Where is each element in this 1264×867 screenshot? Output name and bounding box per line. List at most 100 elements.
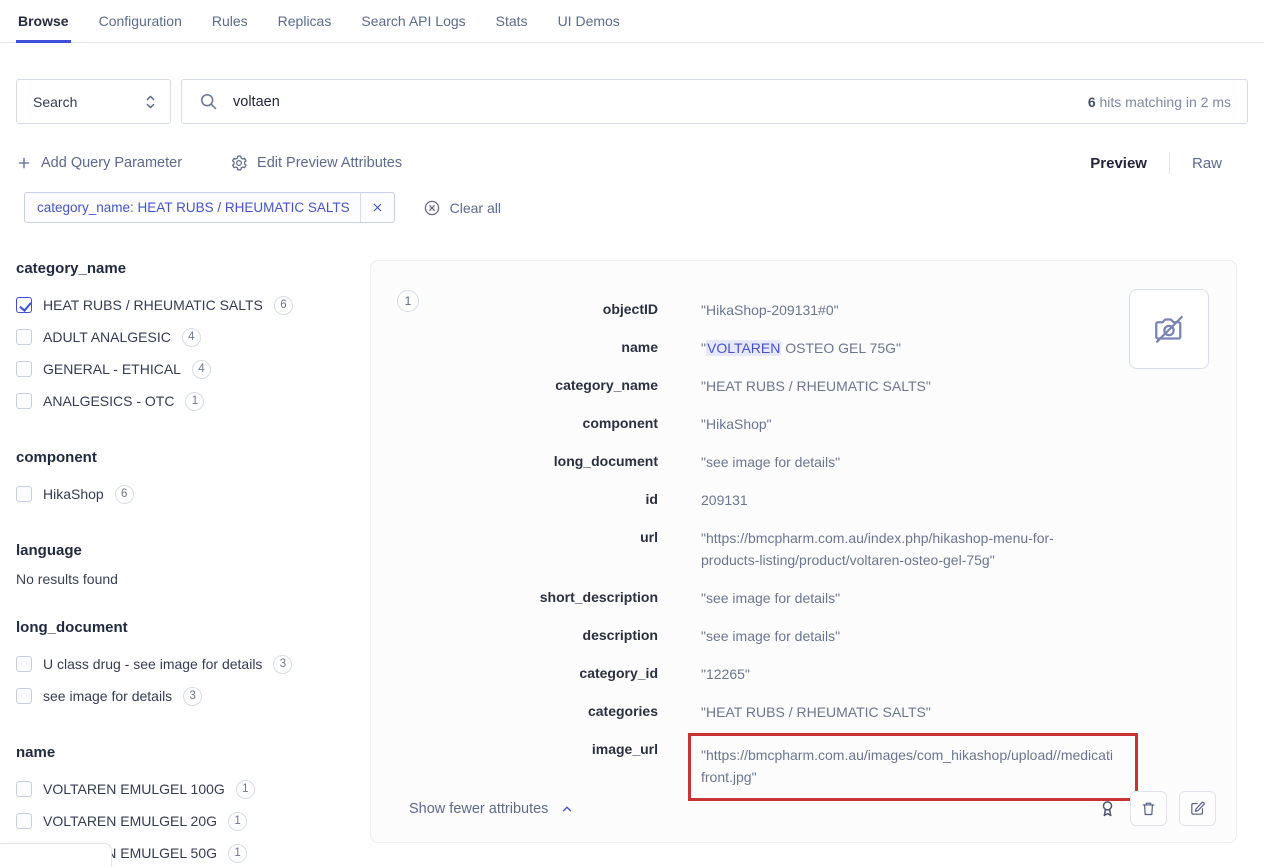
search-row: Search 6 hits matching in 2 ms xyxy=(16,79,1248,124)
view-toggle: Preview Raw xyxy=(1090,152,1222,174)
facet-count-badge: 6 xyxy=(115,485,134,504)
facet-item-see-image[interactable]: see image for details 3 xyxy=(16,680,370,712)
facet-item-adult-analgesic[interactable]: ADULT ANALGESIC 4 xyxy=(16,321,370,353)
gear-icon xyxy=(230,154,248,172)
checkbox[interactable] xyxy=(16,393,32,409)
facet-count-badge: 6 xyxy=(274,296,293,315)
facet-item-analgesics-otc[interactable]: ANALGESICS - OTC 1 xyxy=(16,385,370,417)
attribute-value: 209131 xyxy=(701,481,1161,519)
attribute-value: "12265" xyxy=(701,655,1161,693)
view-raw-button[interactable]: Raw xyxy=(1192,155,1222,172)
hit-card: 1 objectID "HikaShop-209131#0" name "VOL… xyxy=(370,260,1237,843)
browser-status-overlay xyxy=(0,843,112,867)
tab-ui-demos[interactable]: UI Demos xyxy=(556,0,622,43)
filter-chip-remove-button[interactable] xyxy=(360,193,394,222)
checkbox[interactable] xyxy=(16,297,32,313)
filter-chip-category-name: category_name: HEAT RUBS / RHEUMATIC SAL… xyxy=(24,192,395,223)
attribute-value: "HEAT RUBS / RHEUMATIC SALTS" xyxy=(701,367,1161,405)
tab-configuration[interactable]: Configuration xyxy=(97,0,184,43)
checkbox[interactable] xyxy=(16,688,32,704)
facet-item-heat-rubs[interactable]: HEAT RUBS / RHEUMATIC SALTS 6 xyxy=(16,289,370,321)
award-icon xyxy=(1097,798,1118,819)
hit-image-placeholder[interactable] xyxy=(1129,289,1209,369)
attribute-row-short-description: short_description "see image for details… xyxy=(371,579,1209,617)
view-preview-button[interactable]: Preview xyxy=(1090,155,1147,172)
facet-count-badge: 1 xyxy=(228,812,247,831)
tab-browse[interactable]: Browse xyxy=(16,0,71,43)
attribute-value: "HikaShop-209131#0" xyxy=(701,291,1161,329)
facet-item-voltaren-20g[interactable]: VOLTAREN EMULGEL 20G 1 xyxy=(16,805,370,837)
facet-item-u-class-drug[interactable]: U class drug - see image for details 3 xyxy=(16,648,370,680)
attribute-label: url xyxy=(371,519,658,555)
attribute-row-id: id 209131 xyxy=(371,481,1209,519)
clear-all-button[interactable]: Clear all xyxy=(423,199,501,217)
search-scope-select[interactable]: Search xyxy=(16,79,171,124)
checkbox[interactable] xyxy=(16,329,32,345)
facet-item-voltaren-100g[interactable]: VOLTAREN EMULGEL 100G 1 xyxy=(16,773,370,805)
facet-empty-message: No results found xyxy=(16,571,370,587)
add-query-parameter-button[interactable]: Add Query Parameter xyxy=(16,155,182,171)
edit-preview-attributes-button[interactable]: Edit Preview Attributes xyxy=(230,154,402,172)
search-input[interactable] xyxy=(233,94,1074,110)
attribute-label: short_description xyxy=(371,579,658,615)
facet-group-long-document: long_document U class drug - see image f… xyxy=(16,619,370,712)
delete-hit-button[interactable] xyxy=(1130,791,1167,826)
facet-count-badge: 4 xyxy=(192,360,211,379)
tab-search-api-logs[interactable]: Search API Logs xyxy=(359,0,467,43)
search-box[interactable]: 6 hits matching in 2 ms xyxy=(181,79,1248,124)
facet-item-label: ADULT ANALGESIC xyxy=(43,329,171,345)
attribute-row-category-name: category_name "HEAT RUBS / RHEUMATIC SAL… xyxy=(371,367,1209,405)
facet-item-label: VOLTAREN EMULGEL 20G xyxy=(43,813,217,829)
attribute-label: long_document xyxy=(371,443,658,479)
attribute-row-name: name "VOLTAREN OSTEO GEL 75G" xyxy=(371,329,1209,367)
add-query-parameter-label: Add Query Parameter xyxy=(41,155,182,171)
show-fewer-attributes-button[interactable]: Show fewer attributes xyxy=(409,801,574,817)
active-filters-row: category_name: HEAT RUBS / RHEUMATIC SAL… xyxy=(24,192,1248,223)
tab-stats[interactable]: Stats xyxy=(494,0,530,43)
facet-item-label: U class drug - see image for details xyxy=(43,656,262,672)
attribute-label: image_url xyxy=(371,731,658,767)
attribute-value: "see image for details" xyxy=(701,617,1161,655)
attribute-row-categories: categories "HEAT RUBS / RHEUMATIC SALTS" xyxy=(371,693,1209,731)
ranking-info-button[interactable] xyxy=(1097,798,1118,819)
checkbox[interactable] xyxy=(16,656,32,672)
attribute-value: "https://bmcpharm.com.au/images/com_hika… xyxy=(701,739,1135,793)
attribute-row-description: description "see image for details" xyxy=(371,617,1209,655)
hits-text: hits matching in 2 ms xyxy=(1096,94,1231,110)
facet-item-hikashop[interactable]: HikaShop 6 xyxy=(16,478,370,510)
facet-title: category_name xyxy=(16,260,370,277)
highlighted-match: VOLTAREN xyxy=(706,340,781,356)
checkbox[interactable] xyxy=(16,361,32,377)
tab-replicas[interactable]: Replicas xyxy=(276,0,334,43)
attribute-label: description xyxy=(371,617,658,653)
toolbar: Add Query Parameter Edit Preview Attribu… xyxy=(16,152,1248,174)
attribute-value: "HikaShop" xyxy=(701,405,1161,443)
facet-count-badge: 3 xyxy=(183,687,202,706)
chevron-up-icon xyxy=(560,802,574,816)
camera-off-icon xyxy=(1151,311,1187,347)
attribute-label: category_id xyxy=(371,655,658,691)
facet-title: component xyxy=(16,449,370,466)
facet-sidebar: category_name HEAT RUBS / RHEUMATIC SALT… xyxy=(16,260,370,867)
attribute-row-objectid: objectID "HikaShop-209131#0" xyxy=(371,291,1209,329)
search-icon xyxy=(198,91,219,112)
attribute-value: "https://bmcpharm.com.au/index.php/hikas… xyxy=(701,519,1161,579)
facet-title: long_document xyxy=(16,619,370,636)
facet-title: language xyxy=(16,542,370,559)
checkbox[interactable] xyxy=(16,486,32,502)
facet-count-badge: 1 xyxy=(185,392,204,411)
facet-group-language: language No results found xyxy=(16,542,370,587)
value-text: OSTEO GEL 75G" xyxy=(781,340,901,356)
checkbox[interactable] xyxy=(16,813,32,829)
attribute-row-url: url "https://bmcpharm.com.au/index.php/h… xyxy=(371,519,1209,579)
edit-hit-button[interactable] xyxy=(1179,791,1216,826)
facet-item-general-ethical[interactable]: GENERAL - ETHICAL 4 xyxy=(16,353,370,385)
index-tabbar: Browse Configuration Rules Replicas Sear… xyxy=(0,0,1264,43)
view-toggle-divider xyxy=(1169,152,1170,174)
facet-item-label: HikaShop xyxy=(43,486,104,502)
facet-group-component: component HikaShop 6 xyxy=(16,449,370,510)
checkbox[interactable] xyxy=(16,781,32,797)
filter-chip-label: category_name: HEAT RUBS / RHEUMATIC SAL… xyxy=(25,200,360,215)
tab-rules[interactable]: Rules xyxy=(210,0,250,43)
clear-all-label: Clear all xyxy=(450,200,501,216)
